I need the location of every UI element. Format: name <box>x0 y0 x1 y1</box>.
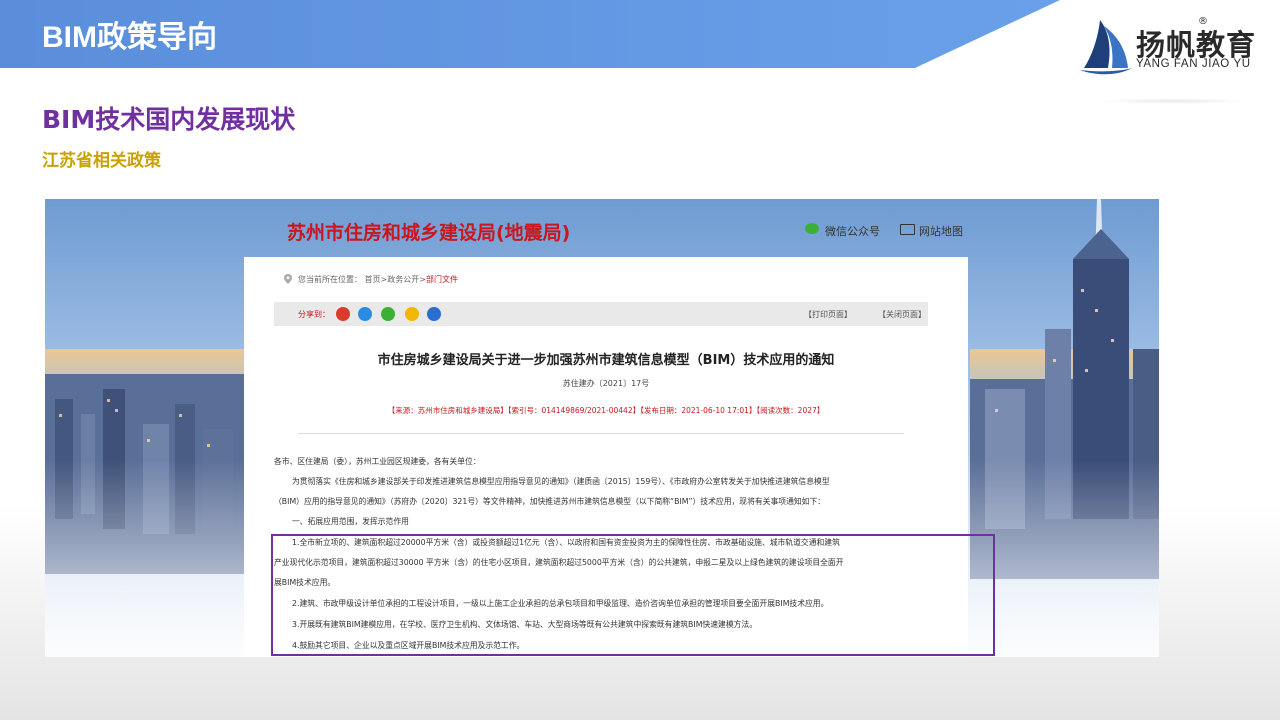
document-meta: 【来源：苏州市住房和城乡建设局】【索引号：014149869/2021-0044… <box>387 406 825 415</box>
logo-text-en: YANG FAN JIAO YU <box>1136 58 1251 70</box>
paragraph-intro-line1: 为贯彻落实《住房和城乡建设部关于印发推进建筑信息模型应用指导意见的通知》（建质函… <box>292 477 830 486</box>
breadcrumb-current[interactable]: 部门文件 <box>426 275 458 284</box>
weibo-share-icon[interactable] <box>336 307 350 321</box>
highlight-box <box>271 534 995 656</box>
document-number: 苏住建办〔2021〕17号 <box>562 379 650 388</box>
paragraph-intro-line2: （BIM）应用的指导意见的通知》（苏府办〔2020〕321号）等文件精神，加快推… <box>274 497 826 506</box>
share-label: 分享到： <box>298 310 330 319</box>
section-title: BIM技术国内发展现状 <box>42 105 296 134</box>
qzone-share-icon[interactable] <box>405 307 419 321</box>
close-page-button[interactable]: 【关闭页面】 <box>878 309 926 320</box>
share-bar: 分享到： 【打印页面】 【关闭页面】 <box>274 302 928 326</box>
breadcrumb: 您当前所在位置： 首页>政务公开>部门文件 <box>284 274 458 285</box>
sitemap-link[interactable]: 网站地图 <box>919 223 963 239</box>
paragraph-section-heading: 一、拓展应用范围，发挥示范作用 <box>292 517 409 526</box>
qq-share-icon[interactable] <box>358 307 372 321</box>
wechat-link[interactable]: 微信公众号 <box>825 223 880 239</box>
site-title: 苏州市住房和城乡建设局(地震局) <box>287 222 571 244</box>
sub-title: 江苏省相关政策 <box>42 151 161 171</box>
renren-share-icon[interactable] <box>427 307 441 321</box>
company-logo: 扬帆教育 ® YANG FAN JIAO YU <box>1078 16 1278 78</box>
print-page-button[interactable]: 【打印页面】 <box>804 309 852 320</box>
wechat-share-icon[interactable] <box>381 307 395 321</box>
wechat-icon[interactable] <box>805 223 819 234</box>
banner-title: BIM政策导向 <box>42 21 217 54</box>
registered-mark: ® <box>1198 16 1208 27</box>
top-banner: BIM政策导向 <box>0 0 1060 68</box>
logo-shadow <box>1100 98 1250 104</box>
breadcrumb-path[interactable]: 您当前所在位置： 首页>政务公开> <box>298 275 426 284</box>
sail-logo-icon <box>1080 20 1132 75</box>
location-pin-icon <box>284 274 292 284</box>
divider <box>298 433 904 434</box>
document-title: 市住房城乡建设局关于进一步加强苏州市建筑信息模型（BIM）技术应用的通知 <box>377 353 835 368</box>
monitor-icon[interactable] <box>900 224 915 235</box>
paragraph-salutation: 各市、区住建局（委），苏州工业园区规建委，各有关单位： <box>274 457 481 466</box>
